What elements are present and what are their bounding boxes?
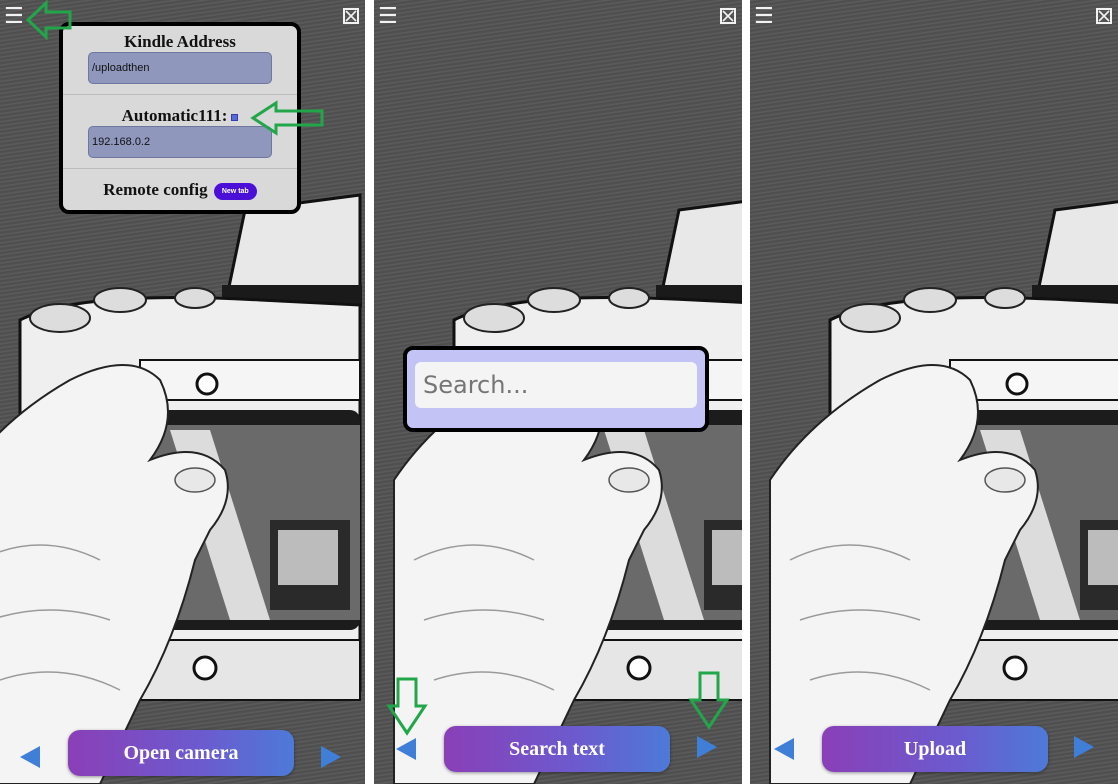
automatic111-title: Automatic111: bbox=[121, 106, 228, 125]
prev-arrow-icon[interactable] bbox=[774, 738, 794, 760]
automatic111-address-input[interactable] bbox=[88, 126, 272, 158]
divider bbox=[63, 168, 297, 169]
divider bbox=[63, 94, 297, 95]
automatic111-checkbox[interactable] bbox=[231, 113, 239, 121]
prev-arrow-icon[interactable] bbox=[20, 746, 40, 768]
close-box-icon[interactable] bbox=[1096, 8, 1112, 24]
camera-photo bbox=[768, 193, 1118, 784]
search-text-button[interactable]: Search text bbox=[444, 726, 670, 772]
kindle-address-title: Kindle Address bbox=[124, 32, 236, 51]
remote-config-row: Remote config New tab bbox=[63, 180, 297, 200]
close-box-icon[interactable] bbox=[343, 8, 359, 24]
open-camera-button[interactable]: Open camera bbox=[68, 730, 294, 776]
annotation-arrow-down-icon bbox=[688, 671, 730, 730]
annotation-arrow-down-icon bbox=[386, 677, 428, 736]
kindle-address-input[interactable] bbox=[88, 52, 272, 84]
search-input[interactable] bbox=[415, 362, 697, 408]
annotation-arrow-left-icon bbox=[250, 100, 324, 136]
hamburger-menu-icon[interactable]: ☰ bbox=[4, 6, 24, 28]
upload-button[interactable]: Upload bbox=[822, 726, 1048, 772]
panel-upload: ☰ Upload bbox=[750, 0, 1118, 784]
next-arrow-icon[interactable] bbox=[1074, 736, 1094, 758]
new-tab-button[interactable]: New tab bbox=[213, 182, 257, 200]
panel-search-text: ☰ Search text bbox=[374, 0, 742, 784]
close-box-icon[interactable] bbox=[720, 8, 736, 24]
annotation-arrow-left-icon bbox=[25, 0, 72, 40]
next-arrow-icon[interactable] bbox=[321, 746, 341, 768]
panel-open-camera: ☰ Kindle Address Automatic111: Remote co… bbox=[0, 0, 365, 784]
search-popup bbox=[403, 346, 709, 432]
next-arrow-icon[interactable] bbox=[697, 736, 717, 758]
hamburger-menu-icon[interactable]: ☰ bbox=[754, 6, 774, 28]
remote-config-title: Remote config bbox=[103, 180, 208, 199]
hamburger-menu-icon[interactable]: ☰ bbox=[378, 6, 398, 28]
prev-arrow-icon[interactable] bbox=[396, 738, 416, 760]
